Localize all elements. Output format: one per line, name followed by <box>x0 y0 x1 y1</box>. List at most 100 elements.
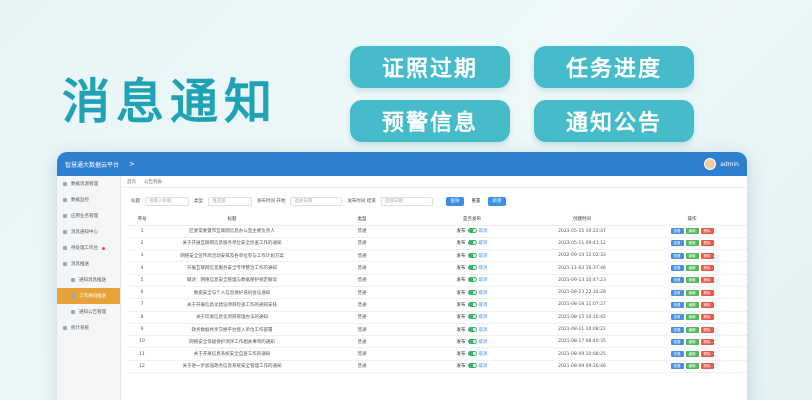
view-button[interactable]: 查看 <box>670 289 684 296</box>
sidebar-item-monitor[interactable]: 数据监控 <box>57 192 120 208</box>
view-button[interactable]: 查看 <box>670 265 684 272</box>
view-button[interactable]: 查看 <box>670 252 684 259</box>
table-body: 1 区委常委暨市互联网信息办公室主要负责人 普通 发布 取消 2023-05-15 10:… <box>127 225 747 374</box>
switch-off-label[interactable]: 取消 <box>479 315 488 320</box>
pill-notice[interactable]: 通知公告 <box>534 100 694 142</box>
view-button[interactable]: 查看 <box>670 351 684 358</box>
view-button[interactable]: 查看 <box>670 277 684 284</box>
delete-button[interactable]: 删除 <box>700 277 714 284</box>
cell-published: 发布 取消 <box>417 298 527 312</box>
reset-button[interactable]: 重置 <box>469 197 483 206</box>
delete-button[interactable]: 删除 <box>700 301 714 308</box>
cell-created: 2023-05-15 10:22:47 <box>527 225 637 238</box>
switch-off-label[interactable]: 取消 <box>479 254 488 259</box>
sidebar-subitem-message-push[interactable]: 通知消息推送 <box>57 272 120 288</box>
breadcrumb-home[interactable]: 首页 <box>127 179 136 185</box>
publish-toggle[interactable] <box>467 363 477 369</box>
switch-off-label[interactable]: 取消 <box>479 229 488 234</box>
edit-button[interactable]: 编辑 <box>685 338 699 345</box>
publish-toggle[interactable] <box>467 228 477 234</box>
switch-off-label[interactable]: 取消 <box>479 241 488 246</box>
sidebar-item-apps[interactable]: 应用业务管理 <box>57 208 120 224</box>
sidebar-subitem-notice-manage[interactable]: 通知公告管理 <box>57 304 120 320</box>
cell-published: 发布 取消 <box>417 237 527 251</box>
edit-button[interactable]: 编辑 <box>685 228 699 235</box>
pill-task-progress[interactable]: 任务进度 <box>534 46 694 88</box>
search-button[interactable]: 查询 <box>445 196 464 206</box>
user-menu[interactable]: admin <box>704 158 739 170</box>
switch-off-label[interactable]: 取消 <box>479 352 488 357</box>
publish-toggle[interactable] <box>467 265 477 271</box>
view-button[interactable]: 查看 <box>670 228 684 235</box>
view-button[interactable]: 查看 <box>670 240 684 247</box>
view-button[interactable]: 查看 <box>670 338 684 345</box>
add-button[interactable]: 新增 <box>487 196 506 206</box>
publish-toggle[interactable] <box>467 289 477 295</box>
edit-button[interactable]: 编辑 <box>685 326 699 333</box>
publish-toggle[interactable] <box>467 301 477 307</box>
edit-button[interactable]: 编辑 <box>685 252 699 259</box>
edit-button[interactable]: 编辑 <box>685 351 699 358</box>
edit-button[interactable]: 编辑 <box>685 265 699 272</box>
pill-warning-info[interactable]: 预警信息 <box>350 100 510 142</box>
sidebar-item-todo[interactable]: 待处理工作台 <box>57 240 120 256</box>
edit-button[interactable]: 编辑 <box>685 314 699 321</box>
cell-actions: 查看 编辑 删除 <box>637 225 747 238</box>
edit-button[interactable]: 编辑 <box>685 277 699 284</box>
cell-published: 发布 取消 <box>417 225 527 238</box>
delete-button[interactable]: 删除 <box>700 314 714 321</box>
delete-button[interactable]: 删除 <box>700 289 714 296</box>
title-input[interactable]: 请输入标题 <box>145 196 189 206</box>
switch-off-label[interactable]: 取消 <box>479 266 488 271</box>
view-button[interactable]: 查看 <box>670 363 684 370</box>
cell-type: 普通 <box>307 347 417 361</box>
sidebar-subitem-work-push[interactable]: 工作通知推送 <box>57 288 120 304</box>
edit-button[interactable]: 编辑 <box>685 240 699 247</box>
sidebar-item-push[interactable]: 消息推送 <box>57 256 120 272</box>
switch-off-label[interactable]: 取消 <box>479 328 488 333</box>
collapse-icon[interactable]: > <box>129 160 135 168</box>
switch-off-label[interactable]: 取消 <box>479 278 488 283</box>
delete-button[interactable]: 删除 <box>700 240 714 247</box>
view-button[interactable]: 查看 <box>670 314 684 321</box>
edit-button[interactable]: 编辑 <box>685 363 699 370</box>
delete-button[interactable]: 删除 <box>700 338 714 345</box>
chart-icon <box>63 326 67 330</box>
sidebar-item-data-resources[interactable]: 数据资源管理 <box>57 176 120 192</box>
view-button[interactable]: 查看 <box>670 301 684 308</box>
delete-button[interactable]: 删除 <box>700 363 714 370</box>
sidebar-item-messages[interactable]: 消息通知中心 <box>57 224 120 240</box>
sidebar-item-stats[interactable]: 统计系统 <box>57 320 120 336</box>
end-date-input[interactable]: 选择日期 <box>380 196 433 206</box>
cell-no: 5 <box>127 274 157 287</box>
delete-button[interactable]: 删除 <box>700 265 714 272</box>
avatar[interactable] <box>704 158 717 170</box>
publish-toggle[interactable] <box>467 252 477 258</box>
edit-button[interactable]: 编辑 <box>685 289 699 296</box>
sidebar-item-label: 通知公告管理 <box>79 310 106 315</box>
publish-toggle[interactable] <box>467 240 477 246</box>
pill-license-expiry[interactable]: 证照过期 <box>350 46 510 88</box>
sidebar-item-label: 消息通知中心 <box>71 230 98 235</box>
breadcrumb-current: 公告列表 <box>144 179 162 185</box>
switch-off-label[interactable]: 取消 <box>479 303 488 308</box>
sidebar: 数据资源管理 数据监控 应用业务管理 消息通知中心 待处理工作台 消息推送 通知… <box>57 176 121 400</box>
delete-button[interactable]: 删除 <box>700 326 714 333</box>
publish-toggle[interactable] <box>467 351 477 357</box>
switch-off-label[interactable]: 取消 <box>479 364 488 369</box>
edit-button[interactable]: 编辑 <box>685 301 699 308</box>
start-date-input[interactable]: 选择日期 <box>290 196 343 206</box>
publish-toggle[interactable] <box>467 326 477 332</box>
switch-on-label: 发布 <box>456 315 466 321</box>
delete-button[interactable]: 删除 <box>700 228 714 235</box>
switch-off-label[interactable]: 取消 <box>479 340 488 345</box>
publish-toggle[interactable] <box>467 277 477 283</box>
publish-toggle[interactable] <box>467 314 477 320</box>
delete-button[interactable]: 删除 <box>700 252 714 259</box>
cell-published: 发布 取消 <box>417 347 527 361</box>
publish-toggle[interactable] <box>467 338 477 344</box>
switch-off-label[interactable]: 取消 <box>479 291 488 296</box>
view-button[interactable]: 查看 <box>670 326 684 333</box>
delete-button[interactable]: 删除 <box>700 351 714 358</box>
type-select[interactable]: 请选择 <box>208 196 252 206</box>
